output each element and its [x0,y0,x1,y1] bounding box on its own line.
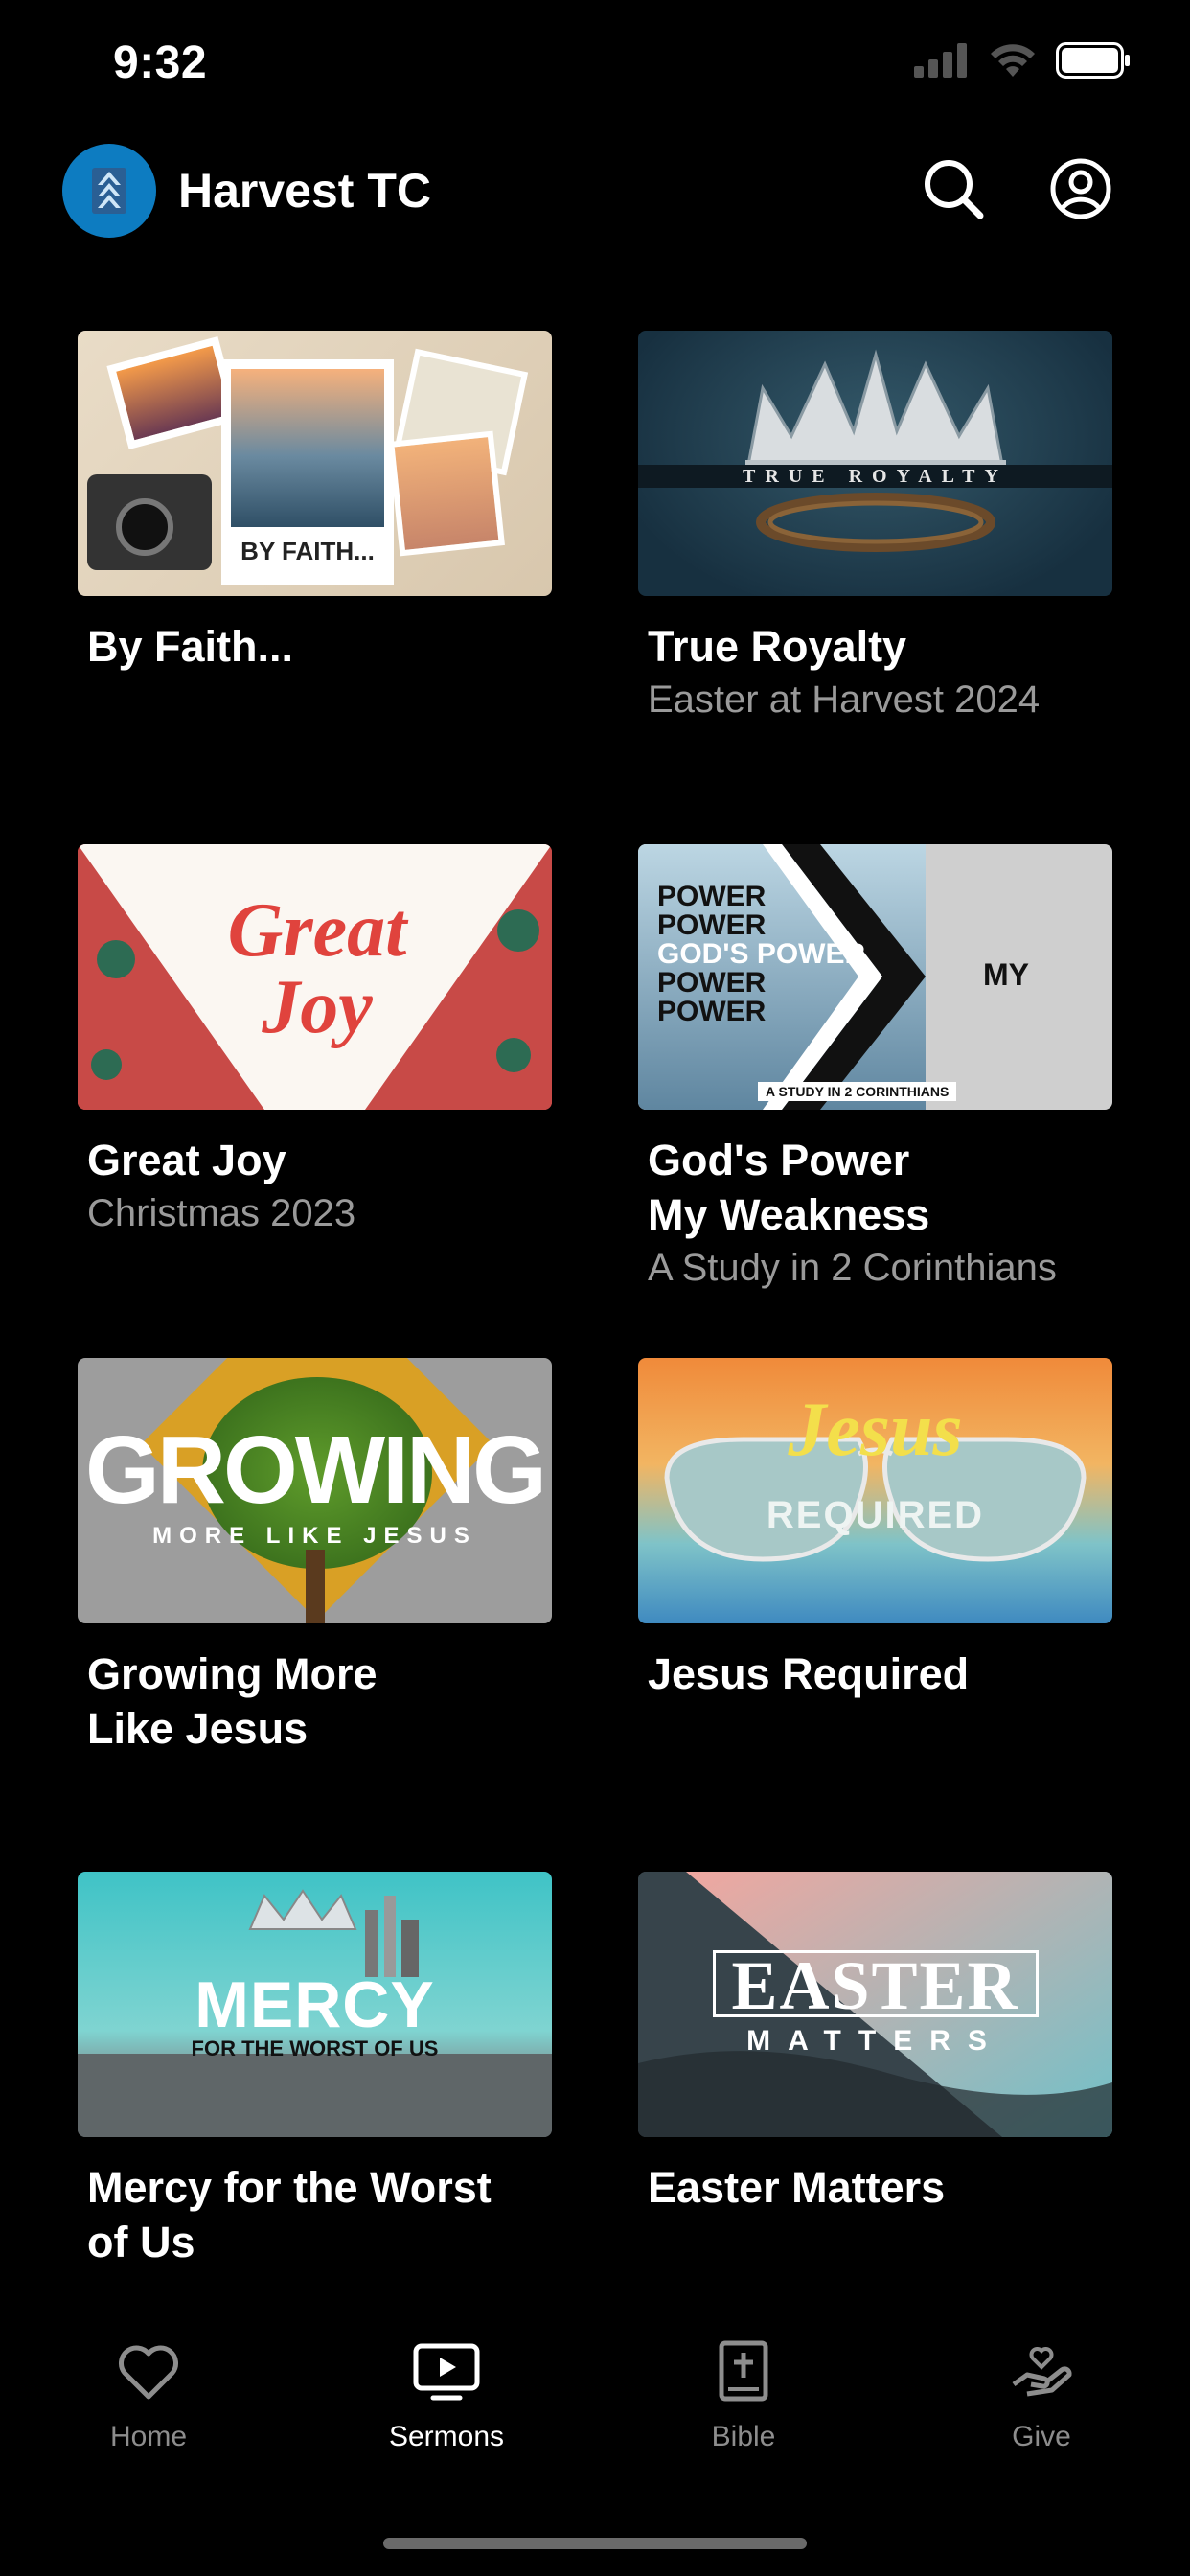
series-title: Growing More Like Jesus [87,1649,378,1753]
app-header: Harvest TC [0,134,1190,249]
tab-label: Home [109,2421,188,2452]
give-hand-icon [1012,2347,1072,2397]
series-card-by-faith[interactable]: BY FAITH... By Faith... [78,331,552,674]
series-card-jesus-required[interactable]: Jesus REQUIRED Jesus Required [638,1358,1112,1701]
thumb-title-text: BY FAITH... [240,537,375,565]
series-card-great-joy[interactable]: Great Joy Great Joy Christmas 2023 [78,844,552,1239]
tab-home[interactable]: Home [53,2329,244,2453]
thumb-small-text: REQUIRED [766,1494,985,1536]
tab-sermons[interactable]: Sermons [351,2329,542,2453]
series-subtitle: Easter at Harvest 2024 [648,678,1041,721]
series-title: God's Power My Weakness [648,1136,930,1239]
series-title: Easter Matters [648,2163,946,2212]
thumb-title-text: EASTER [731,1947,1019,2024]
series-title: Mercy for the Worst of Us [87,2163,492,2266]
status-bar: 9:32 [0,0,1190,134]
status-icons [914,42,1131,79]
cellular-signal-icon [914,43,967,78]
tv-play-icon [413,2343,480,2401]
crown-illustration [745,349,1006,552]
status-time: 9:32 [113,37,208,88]
thumb-title-text: Jesus [788,1388,963,1472]
series-thumbnail: POWER POWER GOD'S POWER POWER POWER MY A STU… [638,844,1112,1110]
thumb-title-text: Great Joy [227,888,407,1049]
tab-label: Sermons [388,2421,505,2452]
series-thumbnail: TRUE ROYALTY [638,331,1112,596]
series-title: By Faith... [87,622,294,671]
wifi-icon [991,44,1035,77]
series-thumbnail: MERCY FOR THE WORST OF US [78,1872,552,2137]
series-card-easter-matters[interactable]: EASTER MATTERS Easter Matters [638,1872,1112,2215]
tab-label: Bible [711,2421,776,2452]
series-subtitle: Christmas 2023 [87,1192,356,1234]
profile-button[interactable] [1047,155,1114,222]
series-card-mercy[interactable]: MERCY FOR THE WORST OF US Mercy for the … [78,1872,552,2269]
series-subtitle: A Study in 2 Corinthians [648,1247,1057,1289]
power-text: POWER POWER GOD'S POWER POWER POWER [657,881,866,1027]
series-thumbnail: GROWING MORE LIKE JESUS [78,1358,552,1623]
series-thumbnail: EASTER MATTERS [638,1872,1112,2137]
series-title: True Royalty [648,622,907,671]
sermons-screen: 9:32 Harvest TC BY FAITH... By Faith... … [0,0,1190,2576]
search-icon [925,160,984,219]
app-title: Harvest TC [178,164,431,218]
thumb-title-text: MERCY [195,1968,435,2041]
thumb-small-text: FOR THE WORST OF US [191,2036,439,2060]
series-title: Great Joy [87,1136,286,1184]
harvest-logo-icon [92,168,126,214]
series-thumbnail: BY FAITH... [78,331,552,596]
tab-label: Give [1012,2421,1071,2452]
tab-bar: Home Sermons Bible Give [0,2329,1190,2520]
thumb-title-text: TRUE ROYALTY [743,466,1008,487]
series-title: Jesus Required [648,1649,970,1698]
my-text: MY [983,957,1029,992]
series-card-gods-power[interactable]: POWER POWER GOD'S POWER POWER POWER MY A STU… [638,844,1112,1294]
user-profile-icon [1050,158,1111,219]
bible-icon [719,2340,768,2402]
series-thumbnail: Jesus REQUIRED [638,1358,1112,1623]
thumb-title-text: GOD'S POWER [657,938,866,970]
series-thumbnail: Great Joy [78,844,552,1110]
church-logo[interactable] [62,144,156,238]
series-card-growing[interactable]: GROWING MORE LIKE JESUS Growing More Lik… [78,1358,552,1756]
thumb-small-text: MORE LIKE JESUS [152,1523,477,1549]
thumb-title-text: GROWING [85,1416,547,1524]
tab-bible[interactable]: Bible [648,2329,839,2453]
tab-give[interactable]: Give [946,2329,1137,2453]
thumb-small-text: A STUDY IN 2 CORINTHIANS [758,1082,957,1101]
heart-icon [119,2345,178,2400]
series-card-true-royalty[interactable]: TRUE ROYALTY True Royalty Easter at Harv… [638,331,1112,725]
home-indicator [383,2538,807,2549]
thumb-small-text: MATTERS [746,2025,1004,2057]
search-button[interactable] [920,155,987,222]
battery-icon [1056,42,1130,79]
